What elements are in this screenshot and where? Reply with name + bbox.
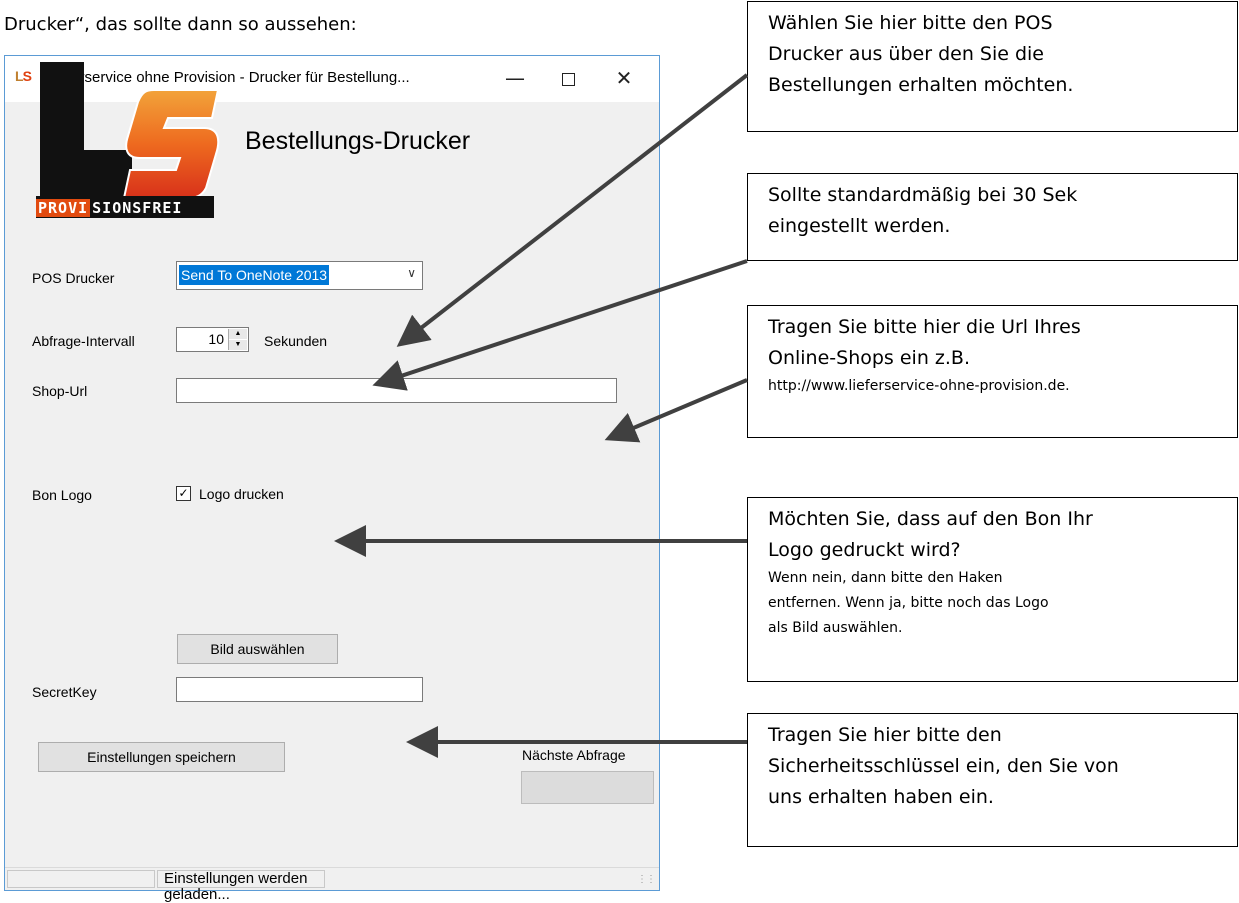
- arrow-pos-printer: [396, 73, 749, 347]
- arrow-interval: [372, 259, 748, 391]
- callout-arrows: [334, 73, 749, 758]
- arrow-shop-url: [604, 378, 748, 443]
